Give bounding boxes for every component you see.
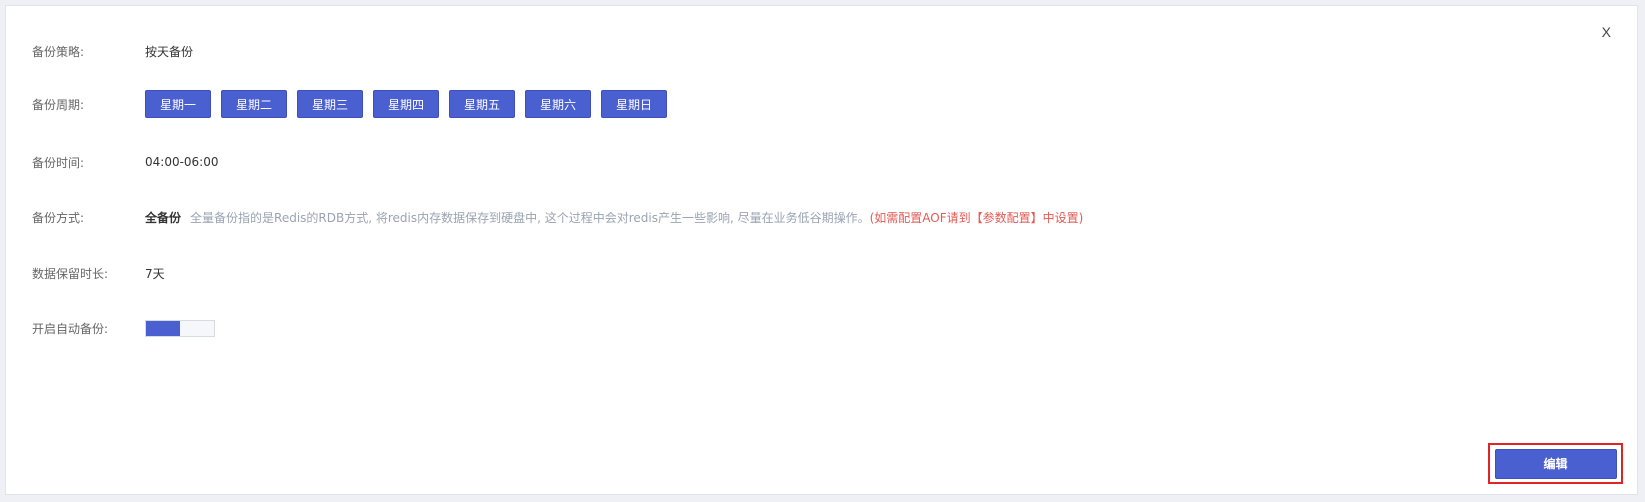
row-time: 备份时间: 04:00-06:00 — [32, 153, 219, 171]
day-button-friday[interactable]: 星期五 — [449, 90, 515, 118]
auto-backup-toggle[interactable] — [145, 319, 215, 337]
retention-value: 7天 — [145, 266, 165, 281]
day-button-tuesday[interactable]: 星期二 — [221, 90, 287, 118]
row-retention: 数据保留时长: 7天 — [32, 264, 165, 282]
day-button-wednesday[interactable]: 星期三 — [297, 90, 363, 118]
day-button-thursday[interactable]: 星期四 — [373, 90, 439, 118]
day-button-sunday[interactable]: 星期日 — [601, 90, 667, 118]
mode-value: 全备份 — [145, 210, 182, 225]
time-label: 备份时间: — [32, 155, 85, 170]
day-button-monday[interactable]: 星期一 — [145, 90, 211, 118]
mode-label: 备份方式: — [32, 210, 85, 225]
mode-warning: (如需配置AOF请到【参数配置】中设置) — [869, 210, 1084, 225]
retention-label: 数据保留时长: — [32, 266, 109, 281]
edit-button-highlight: 编辑 — [1488, 443, 1623, 484]
day-button-saturday[interactable]: 星期六 — [525, 90, 591, 118]
strategy-value: 按天备份 — [145, 44, 194, 59]
row-cycle: 备份周期: 星期一 星期二 星期三 星期四 星期五 星期六 星期日 — [32, 90, 677, 118]
time-value: 04:00-06:00 — [145, 155, 219, 169]
cycle-label: 备份周期: — [32, 97, 85, 112]
toggle-fill — [146, 320, 180, 336]
backup-settings-panel: X 备份策略: 按天备份 备份周期: 星期一 星期二 星期三 星期四 星期五 星… — [5, 5, 1638, 495]
close-button[interactable]: X — [1602, 24, 1611, 40]
auto-backup-label: 开启自动备份: — [32, 321, 109, 336]
row-auto-backup: 开启自动备份: — [32, 319, 215, 337]
row-mode: 备份方式: 全备份 全量备份指的是Redis的RDB方式, 将redis内存数据… — [32, 208, 1083, 226]
strategy-label: 备份策略: — [32, 44, 85, 59]
row-strategy: 备份策略: 按天备份 — [32, 42, 193, 60]
mode-description: 全量备份指的是Redis的RDB方式, 将redis内存数据保存到硬盘中, 这个… — [190, 210, 870, 225]
edit-button[interactable]: 编辑 — [1494, 448, 1617, 479]
